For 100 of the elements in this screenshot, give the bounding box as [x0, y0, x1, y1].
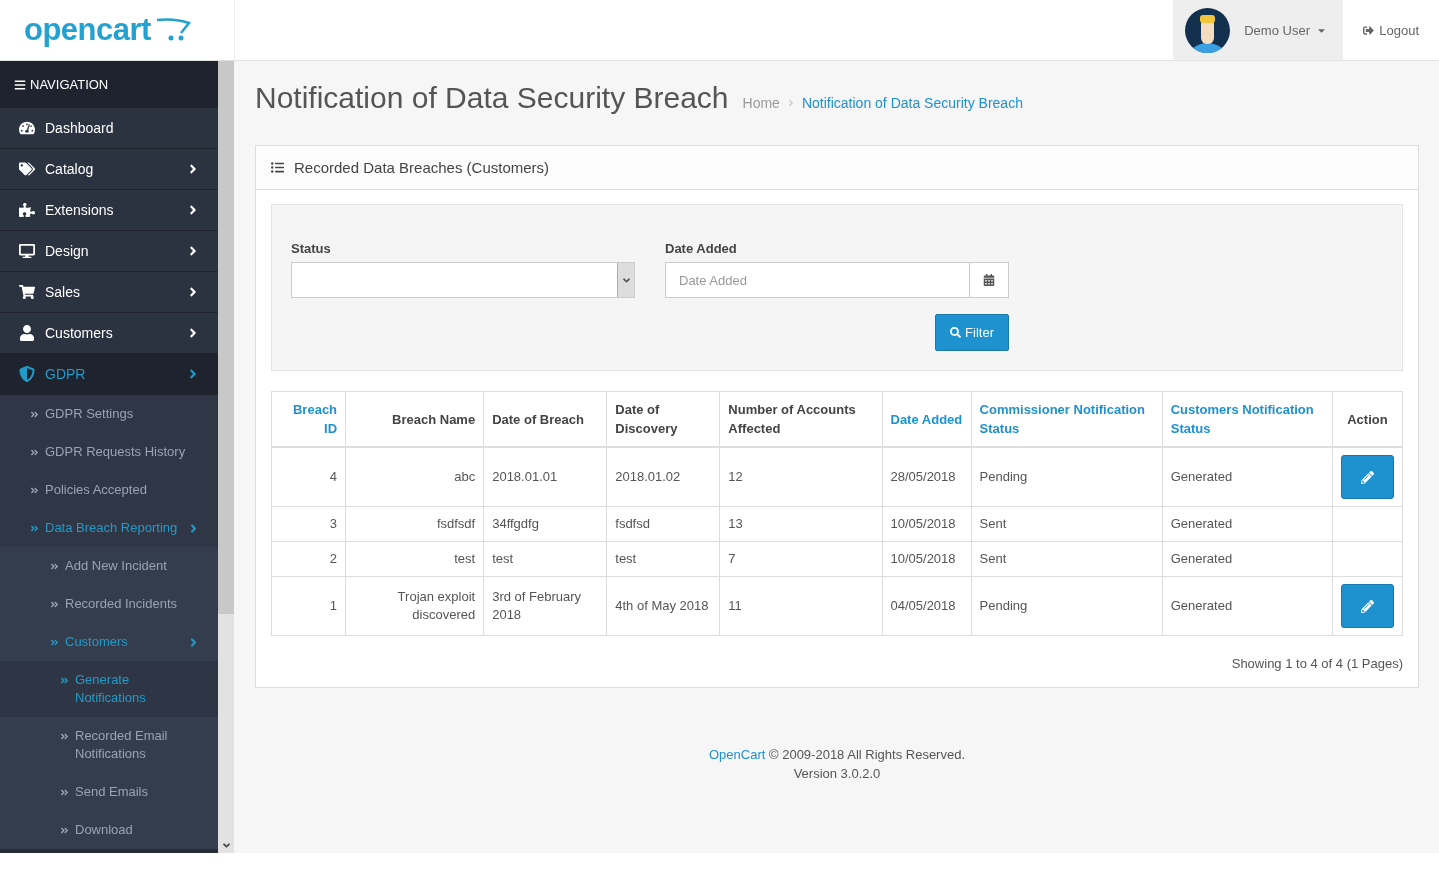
- pencil-icon: [1360, 470, 1374, 484]
- edit-button[interactable]: [1340, 455, 1394, 499]
- table-cell: 11: [719, 576, 882, 636]
- user-menu[interactable]: Demo User: [1244, 22, 1327, 38]
- page-title: Notification of Data Security Breach: [255, 81, 729, 115]
- nav-subitem[interactable]: Recorded Email Notifications: [0, 717, 218, 773]
- table-cell: Sent: [971, 506, 1163, 542]
- table-cell: 3rd of February 2018: [483, 576, 607, 636]
- table-cell: 4: [271, 447, 346, 507]
- table-cell: 2: [271, 541, 346, 577]
- sort-link[interactable]: Date Added: [882, 391, 972, 447]
- nav-item[interactable]: Sales: [0, 272, 218, 313]
- table-cell: Trojan exploit discovered: [345, 576, 484, 636]
- nav-item[interactable]: Extensions: [0, 190, 218, 231]
- table-cell: Sent: [971, 541, 1163, 577]
- copyright-text: OpenCart © 2009-2018 All Rights Reserved.: [708, 746, 966, 764]
- table-cell: test: [345, 541, 484, 577]
- table-cell: 4th of May 2018: [606, 576, 720, 636]
- table-cell: 12: [719, 447, 882, 507]
- cart-logo-icon: [154, 17, 191, 43]
- sort-link[interactable]: Breach ID: [271, 391, 346, 447]
- table-cell: 1: [271, 576, 346, 636]
- nav-subitem[interactable]: Send Emails: [0, 773, 218, 811]
- edit-button[interactable]: [1340, 584, 1394, 628]
- double-chevron-icon: [30, 410, 39, 419]
- table-cell: Generated: [1162, 506, 1333, 542]
- nav-subitem[interactable]: Generate Notifications: [0, 661, 218, 717]
- table-cell: abc: [345, 447, 484, 507]
- column-header: Date of Breach: [483, 391, 607, 447]
- double-chevron-icon: [60, 826, 69, 835]
- double-chevron-icon: [60, 732, 69, 741]
- scrollbar[interactable]: [218, 61, 234, 853]
- double-chevron-icon: [50, 562, 59, 571]
- table-cell: fsdfsdf: [345, 506, 484, 542]
- nav-item[interactable]: GDPR: [0, 354, 218, 395]
- table-cell: Generated: [1162, 576, 1333, 636]
- table-cell: Pending: [971, 447, 1163, 507]
- date-input[interactable]: Date Added: [665, 262, 970, 298]
- list-icon: [271, 161, 284, 174]
- dashboard-icon: [19, 120, 35, 136]
- filter-button[interactable]: Filter: [935, 314, 1009, 351]
- double-chevron-icon: [60, 676, 69, 685]
- logout-icon: [1363, 24, 1375, 36]
- table-cell: 04/05/2018: [882, 576, 972, 636]
- logo[interactable]: opencart: [24, 12, 151, 48]
- search-icon: [950, 327, 962, 338]
- field-label: Status: [291, 241, 332, 256]
- table-cell: 28/05/2018: [882, 447, 972, 507]
- avatar: [1185, 7, 1231, 53]
- pagination-text: Showing 1 to 4 of 4 (1 Pages): [1230, 655, 1403, 671]
- table-cell: fsdfsd: [606, 506, 720, 542]
- table-cell: test: [483, 541, 607, 577]
- calendar-button[interactable]: [970, 262, 1009, 298]
- nav-subitem[interactable]: Data Breach Reporting: [0, 509, 218, 547]
- breadcrumb-link[interactable]: Home: [742, 95, 780, 111]
- table-cell: 2018.01.02: [606, 447, 720, 507]
- calendar-icon: [983, 274, 995, 286]
- table-cell: Generated: [1162, 541, 1333, 577]
- breadcrumb-link[interactable]: Notification of Data Security Breach: [801, 95, 1023, 111]
- table-cell: Generated: [1162, 447, 1333, 507]
- nav-item[interactable]: Customers: [0, 313, 218, 354]
- pencil-icon: [1360, 599, 1374, 613]
- table-cell: 2018.01.01: [483, 447, 607, 507]
- puzzle-icon: [19, 202, 35, 218]
- nav-subitem[interactable]: GDPR Settings: [0, 395, 218, 433]
- nav-subitem[interactable]: Add New Incident: [0, 547, 218, 585]
- table-cell: 10/05/2018: [882, 541, 972, 577]
- column-header: Date of Discovery: [606, 391, 720, 447]
- nav-subitem[interactable]: Policies Accepted: [0, 471, 218, 509]
- column-header: Action: [1332, 391, 1403, 447]
- double-chevron-icon: [30, 486, 39, 495]
- field-label: Date Added: [665, 241, 738, 256]
- nav-subitem[interactable]: Download: [0, 811, 218, 849]
- table-cell: 3: [271, 506, 346, 542]
- nav-item[interactable]: Dashboard: [0, 108, 218, 149]
- sort-link[interactable]: Commissioner Notification Status: [971, 391, 1163, 447]
- table-cell: 13: [719, 506, 882, 542]
- sort-link[interactable]: Customers Notification Status: [1162, 391, 1333, 447]
- column-header: Breach Name: [345, 391, 484, 447]
- double-chevron-icon: [50, 600, 59, 609]
- opencart-link[interactable]: OpenCart: [709, 747, 766, 762]
- table-cell: Pending: [971, 576, 1163, 636]
- logout-link[interactable]: Logout: [1343, 0, 1439, 60]
- nav-subitem[interactable]: Recorded Incidents: [0, 585, 218, 623]
- double-chevron-icon: [60, 788, 69, 797]
- nav-item[interactable]: Design: [0, 231, 218, 272]
- shield-icon: [19, 366, 35, 382]
- navigation-title: NAVIGATION: [30, 77, 109, 92]
- user-icon: [19, 325, 35, 341]
- monitor-icon: [19, 243, 35, 259]
- nav-subitem[interactable]: Customers: [0, 623, 218, 661]
- nav-item[interactable]: Catalog: [0, 149, 218, 190]
- nav-subitem[interactable]: GDPR Requests History: [0, 433, 218, 471]
- cart-icon: [19, 284, 35, 300]
- table-cell: 7: [719, 541, 882, 577]
- table-cell: test: [606, 541, 720, 577]
- double-chevron-icon: [30, 524, 39, 533]
- version-text: Version 3.0.2.0: [792, 765, 882, 783]
- double-chevron-icon: [30, 448, 39, 457]
- panel-title: Recorded Data Breaches (Customers): [294, 159, 550, 176]
